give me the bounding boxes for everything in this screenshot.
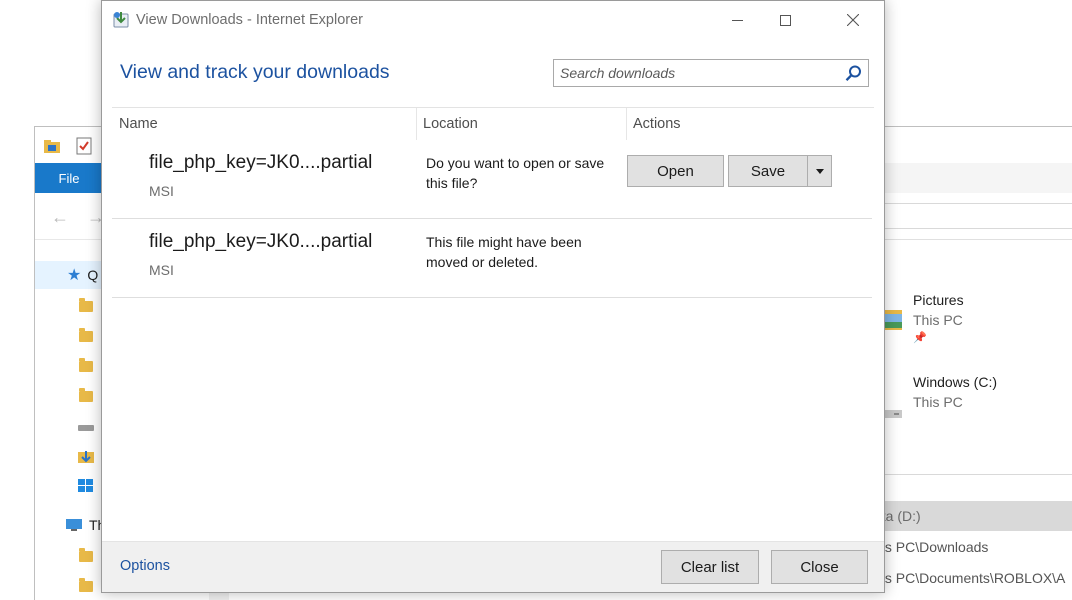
clear-list-button[interactable]: Clear list bbox=[661, 550, 759, 584]
star-icon: ★ bbox=[67, 267, 82, 284]
download-file-name: file_php_key=JK0....partial bbox=[149, 231, 373, 252]
close-icon bbox=[847, 14, 859, 26]
downloads-app-icon bbox=[113, 12, 129, 28]
documents-folder-icon[interactable] bbox=[77, 327, 95, 345]
dialog-heading: View and track your downloads bbox=[120, 61, 390, 83]
properties-icon[interactable] bbox=[75, 137, 93, 155]
download-row[interactable]: file_php_key=JK0....partial MSI This fil… bbox=[112, 218, 872, 298]
download-file-name: file_php_key=JK0....partial bbox=[149, 152, 373, 173]
view-downloads-dialog: View Downloads - Internet Explorer View … bbox=[101, 0, 885, 593]
options-link[interactable]: Options bbox=[120, 558, 170, 574]
download-row[interactable]: file_php_key=JK0....partial MSI Do you w… bbox=[112, 139, 872, 219]
folder-icon[interactable] bbox=[77, 547, 95, 565]
maximize-button[interactable] bbox=[762, 1, 808, 39]
download-file-type: MSI bbox=[149, 183, 174, 199]
dialog-footer: Options Clear list Close bbox=[102, 541, 884, 592]
folder-icon[interactable] bbox=[77, 577, 95, 595]
drive-icon[interactable] bbox=[77, 419, 95, 437]
search-box[interactable] bbox=[553, 59, 869, 87]
search-icon[interactable] bbox=[845, 65, 862, 82]
file-tab[interactable]: File bbox=[35, 163, 103, 193]
close-button[interactable]: Close bbox=[771, 550, 868, 584]
download-location-status: Do you want to open or save this file? bbox=[426, 155, 605, 191]
address-bar[interactable] bbox=[883, 203, 1072, 229]
desktop-folder-icon[interactable] bbox=[77, 297, 95, 315]
folder-icon[interactable] bbox=[43, 137, 61, 155]
quick-access-toolbar bbox=[43, 137, 93, 155]
dialog-title: View Downloads - Internet Explorer bbox=[136, 12, 364, 28]
item-title: Pictures bbox=[913, 292, 964, 308]
column-header-location[interactable]: Location bbox=[423, 108, 627, 140]
item-subtitle: This PC bbox=[913, 394, 963, 410]
pictures-item[interactable]: Pictures This PC 📌 bbox=[878, 292, 1068, 344]
column-header-name[interactable]: Name bbox=[119, 108, 415, 140]
download-location-status: This file might have been moved or delet… bbox=[426, 234, 582, 270]
search-input[interactable] bbox=[560, 63, 836, 83]
minimize-button[interactable] bbox=[714, 1, 760, 39]
column-separator[interactable] bbox=[416, 108, 417, 140]
back-arrow-icon[interactable]: ← bbox=[51, 207, 69, 228]
downloads-folder-icon[interactable] bbox=[77, 447, 95, 465]
sidebar-item-label: Q bbox=[87, 267, 99, 283]
toolbar-divider bbox=[883, 239, 1072, 240]
minimize-icon bbox=[731, 19, 743, 21]
close-window-button[interactable] bbox=[830, 1, 876, 39]
save-button[interactable]: Save bbox=[728, 155, 808, 187]
save-options-dropdown-button[interactable] bbox=[807, 155, 832, 187]
windows-drive-item[interactable]: Windows (C:) This PC bbox=[878, 374, 1068, 410]
folder-icon[interactable] bbox=[77, 387, 95, 405]
open-button[interactable]: Open bbox=[627, 155, 724, 187]
computer-icon bbox=[66, 519, 82, 531]
column-header-actions[interactable]: Actions bbox=[633, 108, 833, 140]
item-title: Windows (C:) bbox=[913, 374, 998, 390]
maximize-icon bbox=[779, 14, 791, 26]
download-file-type: MSI bbox=[149, 262, 174, 278]
sidebar-item-this-pc[interactable]: Th bbox=[65, 517, 105, 533]
item-subtitle: This PC bbox=[913, 312, 963, 328]
windows-drive-icon[interactable] bbox=[77, 477, 95, 495]
pin-icon: 📌 bbox=[913, 332, 927, 344]
dialog-titlebar: View Downloads - Internet Explorer bbox=[102, 1, 884, 39]
chevron-down-icon bbox=[815, 168, 824, 174]
column-separator[interactable] bbox=[626, 108, 627, 140]
pictures-folder-icon[interactable] bbox=[77, 357, 95, 375]
